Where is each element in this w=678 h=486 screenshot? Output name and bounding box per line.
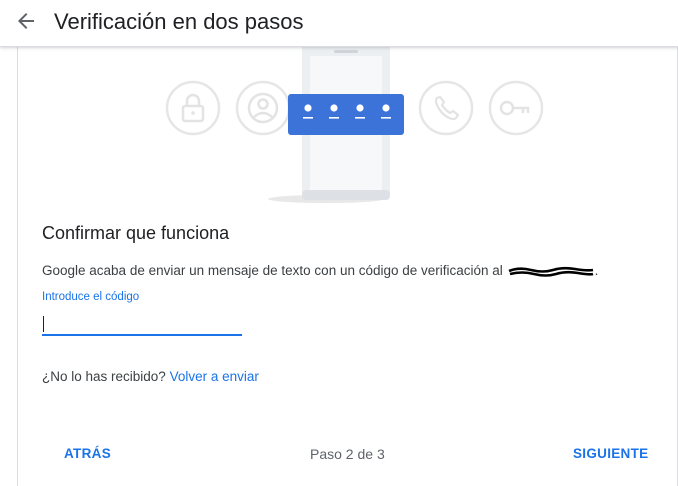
two-step-illustration: [165, 46, 544, 203]
code-underscore: [355, 117, 365, 119]
back-step-button[interactable]: ATRÁS: [64, 446, 111, 461]
code-dot: [330, 104, 338, 112]
resend-row: ¿No lo has recibido? Volver a enviar: [42, 368, 259, 386]
section-title: Confirmar que funciona: [42, 223, 230, 243]
verification-card: Confirmar que funciona Google acaba de e…: [17, 46, 678, 486]
app-header: Verificación en dos pasos: [0, 0, 678, 47]
code-underscore: [329, 117, 339, 119]
verification-code-input[interactable]: [42, 312, 242, 336]
text-caret: [43, 316, 44, 332]
code-dot: [304, 104, 312, 112]
sms-sent-text: Google acaba de enviar un mensaje de tex…: [42, 263, 503, 278]
phone-call-icon: [418, 80, 474, 136]
resend-link[interactable]: Volver a enviar: [170, 369, 259, 384]
resend-question: ¿No lo has recibido?: [42, 369, 166, 384]
phone-code-icon: [288, 94, 404, 135]
code-dot: [356, 104, 364, 112]
key-icon: [488, 80, 544, 136]
arrow-back-icon: [18, 13, 34, 29]
page-title: Verificación en dos pasos: [54, 9, 304, 34]
code-input-label: Introduce el código: [42, 291, 140, 303]
step-indicator: Paso 2 de 3: [310, 446, 385, 462]
sms-sent-message: Google acaba de enviar un mensaje de tex…: [42, 262, 598, 280]
account-circle-icon: [235, 80, 291, 136]
code-dot: [382, 104, 390, 112]
back-button[interactable]: [8, 3, 44, 39]
next-step-button[interactable]: SIGUIENTE: [573, 446, 648, 461]
redacted-phone-number: [507, 265, 595, 278]
code-underscore: [303, 117, 313, 119]
sms-sent-suffix: .: [594, 263, 599, 278]
lock-icon: [165, 80, 221, 136]
code-underscore: [381, 117, 391, 119]
